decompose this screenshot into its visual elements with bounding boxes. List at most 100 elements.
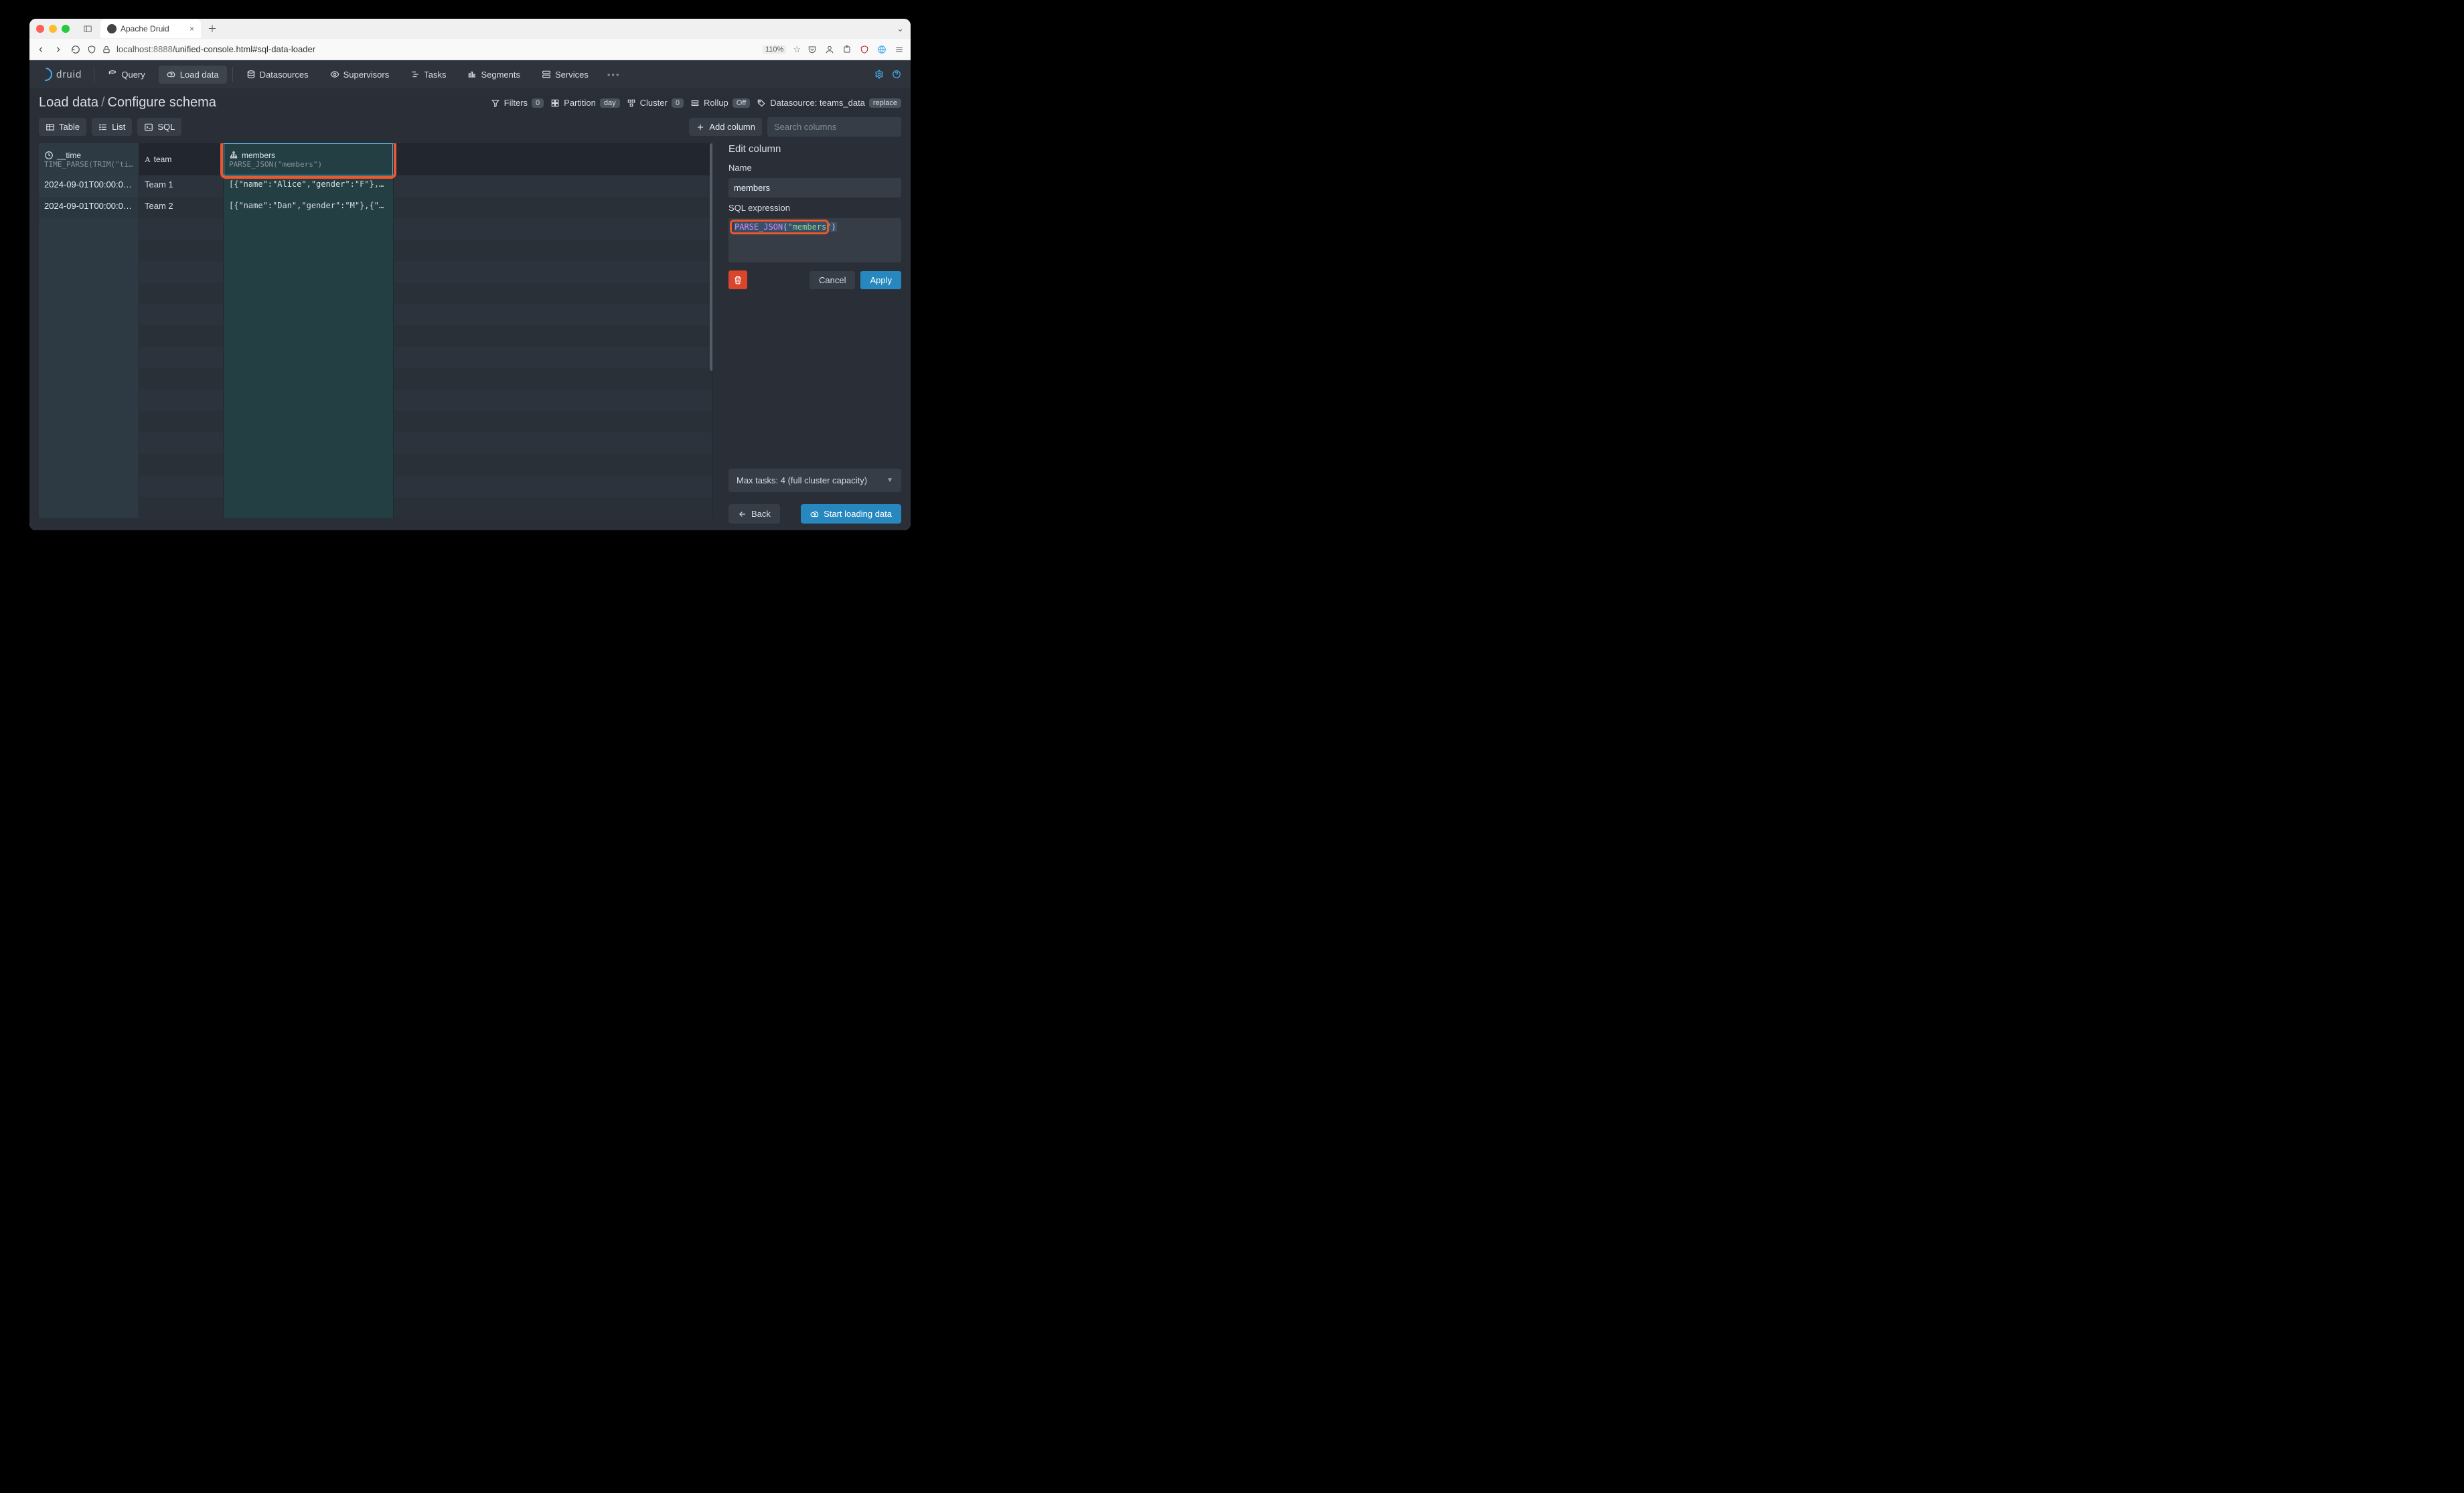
pocket-icon[interactable] [807,45,817,54]
table-row-empty [39,218,712,240]
trash-icon [733,275,743,285]
plus-icon [696,123,705,132]
cell-time: 2024-09-01T00:00:00.000Z [39,175,139,197]
cell-members: [{"name":"Alice","gender":"F"},{"name":"… [224,175,394,197]
table-row-empty [39,240,712,261]
search-columns-input[interactable] [767,117,901,137]
scrollbar[interactable] [710,143,712,371]
extensions-icon[interactable] [842,45,852,54]
brand-text: druid [56,69,82,80]
new-tab-icon[interactable]: ＋ [208,22,217,35]
tab-title: Apache Druid [121,24,169,33]
bars-icon [467,70,477,79]
eye-icon [330,70,339,79]
nav-back-icon[interactable] [36,45,46,54]
cluster-pill[interactable]: Cluster 0 [627,98,684,108]
table-row[interactable]: 2024-09-01T00:00:00.000Z Team 1 [{"name"… [39,175,712,197]
table-body[interactable]: 2024-09-01T00:00:00.000Z Team 1 [{"name"… [39,175,712,524]
table-row[interactable]: 2024-09-01T00:00:00.000Z Team 2 [{"name"… [39,197,712,218]
partition-pill[interactable]: Partition day [550,98,619,108]
nav-services[interactable]: Services [534,66,597,84]
brand-icon [36,65,55,84]
cell-team: Team 1 [139,175,224,197]
globe-icon[interactable] [877,45,887,54]
url-host: localhost [117,44,151,54]
view-sql-button[interactable]: SQL [137,118,181,136]
url-port: :8888 [151,44,173,54]
arrow-left-icon [738,509,747,519]
max-tasks-selector[interactable]: Max tasks: 4 (full cluster capacity) ▼ [728,469,901,492]
table-row-empty [39,433,712,454]
tab-close-icon[interactable]: × [189,24,194,33]
text-type-icon: A [145,155,151,165]
url-path: /unified-console.html#sql-data-loader [173,44,315,54]
add-column-button[interactable]: Add column [689,118,762,136]
page-title: Load data/Configure schema [39,95,216,110]
upload-cloud-icon [167,70,176,79]
column-header-team[interactable]: A team [139,143,224,175]
nav-forward-icon[interactable] [54,45,63,54]
view-table-button[interactable]: Table [39,118,86,136]
url-bar[interactable]: localhost:8888/unified-console.html#sql-… [87,44,756,54]
browser-tab[interactable]: Apache Druid × [100,19,201,38]
hamburger-icon[interactable] [895,45,904,54]
rollup-icon [690,98,700,108]
nav-query[interactable]: Query [100,66,153,84]
ublock-icon[interactable] [860,45,869,54]
brand[interactable]: druid [39,68,82,81]
tag-icon [757,98,766,108]
zoom-badge[interactable]: 110% [763,45,786,54]
nav-reload-icon[interactable] [71,45,80,54]
apply-button[interactable]: Apply [860,271,901,289]
view-toolbar: Table List SQL Add column [29,114,911,143]
nav-overflow-icon[interactable]: ••• [602,67,626,82]
nav-segments[interactable]: Segments [459,66,528,84]
upload-cloud-icon [810,509,820,519]
sql-label: SQL expression [728,203,901,213]
filter-icon [491,98,500,108]
table-row-empty [39,497,712,518]
datasource-pill[interactable]: Datasource: teams_data replace [757,98,901,108]
view-list-button[interactable]: List [92,118,132,136]
cancel-button[interactable]: Cancel [810,271,855,289]
nav-tasks[interactable]: Tasks [402,66,454,84]
gear-icon[interactable] [874,70,884,79]
favicon-icon [107,24,117,33]
window-controls[interactable] [36,25,70,33]
table-row-empty [39,368,712,390]
page-subheader: Load data/Configure schema Filters 0 Par… [29,88,911,114]
minimize-window-icon[interactable] [49,25,57,33]
browser-addressbar: localhost:8888/unified-console.html#sql-… [29,39,911,60]
table-row-empty [39,283,712,304]
browser-window: Apache Druid × ＋ ⌄ localhost:8888/unifie… [29,19,911,530]
clock-icon [44,151,54,160]
table-row-empty [39,454,712,475]
server-icon [542,70,551,79]
delete-column-button[interactable] [728,270,747,289]
sql-expression-input[interactable]: PARSE_JSON("members") [728,218,901,262]
close-window-icon[interactable] [36,25,44,33]
maximize-window-icon[interactable] [62,25,70,33]
column-name-input[interactable] [728,178,901,198]
column-header-members[interactable]: members PARSE_JSON("members") [224,143,394,175]
table-header: __time TIME_PARSE(TRIM("timesta… A team [39,143,712,175]
sidebar-toggle-icon[interactable] [83,24,92,33]
tabs-dropdown-icon[interactable]: ⌄ [897,23,904,34]
nav-load-data[interactable]: Load data [159,66,227,84]
console-icon [144,123,153,132]
rollup-pill[interactable]: Rollup Off [690,98,750,108]
help-icon[interactable] [892,70,901,79]
column-header-time[interactable]: __time TIME_PARSE(TRIM("timesta… [39,143,139,175]
bookmark-icon[interactable]: ☆ [793,44,801,55]
shield-icon [87,45,96,54]
filters-pill[interactable]: Filters 0 [491,98,544,108]
start-loading-button[interactable]: Start loading data [801,504,901,524]
account-icon[interactable] [825,45,834,54]
back-button[interactable]: Back [728,504,780,524]
panel-title: Edit column [728,143,901,155]
nav-datasources[interactable]: Datasources [238,66,317,84]
nav-supervisors[interactable]: Supervisors [322,66,398,84]
cluster-icon [627,98,636,108]
data-table: __time TIME_PARSE(TRIM("timesta… A team [39,143,712,524]
name-label: Name [728,163,901,173]
